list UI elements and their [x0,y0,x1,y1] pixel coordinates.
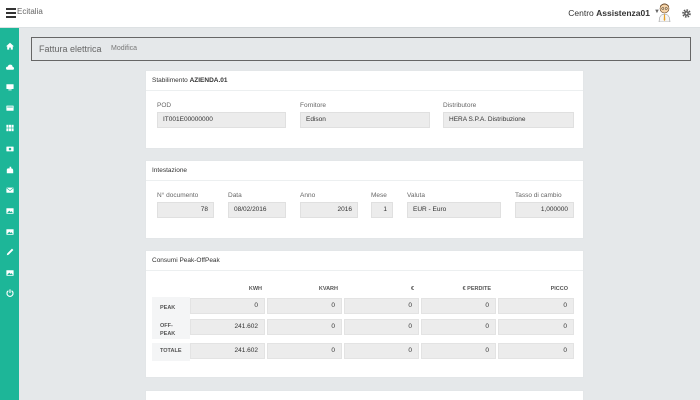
menu-toggle-icon[interactable] [6,8,16,18]
cell-peak-euro[interactable]: 0 [344,298,419,314]
distributore-label: Distributore [443,102,477,109]
user-prefix: Centro [568,8,597,18]
mese-label: Mese [371,192,387,199]
tasso-label: Tasso di cambio [515,192,562,199]
fornitore-field[interactable]: Edison [300,112,430,128]
power-icon[interactable] [4,288,15,298]
card-icon[interactable] [4,103,15,113]
gear-icon[interactable] [681,8,692,19]
cell-offpeak-picco[interactable]: 0 [498,319,574,335]
tasso-field[interactable]: 1,000000 [515,202,574,218]
stabilimento-name: AZIENDA.01 [189,77,228,84]
data-label: Data [228,192,242,199]
tools-icon[interactable] [4,165,15,175]
cell-offpeak-perdite[interactable]: 0 [421,319,496,335]
page-title-bar: Fattura elettrica Modifica [31,37,691,61]
grid-icon[interactable] [4,123,15,133]
brand-logo-text[interactable]: Ecitalia [17,7,43,16]
stabilimento-heading: Stabilimento AZIENDA.01 [146,71,583,91]
cell-totale-picco[interactable]: 0 [498,343,574,359]
cell-totale-euro[interactable]: 0 [344,343,419,359]
cell-totale-kwh[interactable]: 241.602 [190,343,265,359]
stabilimento-panel: Stabilimento AZIENDA.01 POD IT001E000000… [145,70,584,149]
column-header-euro: € [410,286,414,292]
cell-peak-picco[interactable]: 0 [498,298,574,314]
pod-field[interactable]: IT001E00000000 [157,112,286,128]
fornitore-label: Fornitore [300,102,327,109]
cell-peak-perdite[interactable]: 0 [421,298,496,314]
consumi-panel: Consumi Peak-OffPeak KWH KVARH € € PERDI… [145,250,584,378]
monitor-icon[interactable] [4,82,15,92]
anno-field[interactable]: 2016 [300,202,358,218]
avatar[interactable] [657,2,672,22]
image-icon[interactable] [4,206,15,216]
distributore-field[interactable]: HERA S.P.A. Distribuzione [443,112,574,128]
documento-label: N° documento [157,192,199,199]
pod-label: POD [157,102,172,109]
valuta-select[interactable]: EUR - Euro [407,202,501,218]
cell-peak-kvarh[interactable]: 0 [267,298,342,314]
cell-offpeak-kvarh[interactable]: 0 [267,319,342,335]
intestazione-heading: Intestazione [146,161,583,181]
mail-icon[interactable] [4,185,15,195]
next-panel [145,390,584,400]
sidebar [0,28,19,400]
money-icon[interactable] [4,144,15,154]
column-header-kwh: KWH [248,286,262,292]
column-header-kvarh: KVARH [318,286,338,292]
cloud-icon[interactable] [4,62,15,72]
image-icon[interactable] [4,268,15,278]
image-icon[interactable] [4,227,15,237]
consumi-heading: Consumi Peak-OffPeak [146,251,583,271]
user-menu[interactable]: Centro Assistenza01 [568,8,650,18]
cell-offpeak-euro[interactable]: 0 [344,319,419,335]
user-name: Assistenza01 [596,8,650,18]
home-icon[interactable] [4,41,15,51]
page-title: Fattura elettrica [39,44,102,54]
page-subtitle: Modifica [111,45,138,52]
column-header-perdite: € PERDITE [462,286,491,292]
row-label-offpeak: OFF-PEAK [160,323,176,337]
mese-field[interactable]: 1 [371,202,393,218]
row-label-totale: TOTALE [160,348,182,354]
cell-totale-perdite[interactable]: 0 [421,343,496,359]
top-bar: Ecitalia Centro Assistenza01 ▼ [0,0,700,28]
data-field[interactable]: 08/02/2016 [228,202,286,218]
anno-label: Anno [300,192,316,199]
valuta-label: Valuta [407,192,425,199]
cell-totale-kvarh[interactable]: 0 [267,343,342,359]
intestazione-panel: Intestazione N° documento 78 Data 08/02/… [145,160,584,239]
cell-peak-kwh[interactable]: 0 [190,298,265,314]
column-header-picco: PICCO [550,286,568,292]
documento-field[interactable]: 78 [157,202,214,218]
row-label-peak: PEAK [160,305,176,311]
cell-offpeak-kwh[interactable]: 241.602 [190,319,265,335]
stabilimento-heading-prefix: Stabilimento [152,77,190,84]
pencil-icon[interactable] [4,247,15,257]
